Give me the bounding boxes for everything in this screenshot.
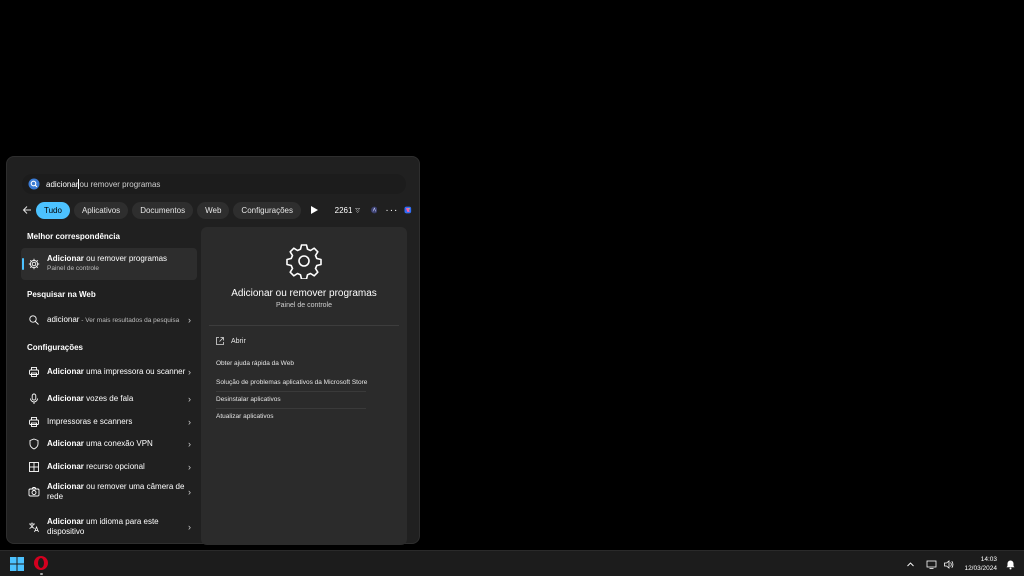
system-tray: 14:03 12/03/2024 (899, 551, 1016, 576)
gear-icon (28, 258, 40, 270)
selection-indicator (22, 258, 24, 270)
arrow-left-icon (22, 206, 31, 214)
chevron-up-icon[interactable] (905, 559, 916, 570)
running-indicator (40, 573, 43, 575)
rewards-points[interactable]: 2261 (335, 206, 353, 215)
settings-item-vpn[interactable]: Adicionar uma conexão VPN › (21, 436, 197, 452)
clock-time: 14:03 (980, 556, 997, 563)
settings-item-language[interactable]: Adicionar um idioma para este dispositiv… (21, 516, 197, 538)
settings-item-optional-feature[interactable]: Adicionar recurso opcional › (21, 459, 197, 475)
section-title-settings: Configurações (27, 343, 84, 352)
filter-chip-web[interactable]: Web (197, 201, 230, 219)
more-filters-button[interactable] (311, 202, 319, 218)
camera-icon (28, 487, 40, 497)
windows-start-icon[interactable] (9, 556, 25, 572)
divider (209, 325, 399, 326)
web-hint: - Ver mais resultados da pesquisa (79, 316, 180, 324)
chevron-right-icon: › (188, 462, 191, 472)
detail-title: Adicionar ou remover programas (231, 288, 377, 299)
search-icon (29, 315, 39, 325)
best-match-sub: Painel de controle (47, 265, 100, 272)
link-update[interactable]: Atualizar aplicativos (216, 413, 273, 420)
start-search-panel: adicionar ou remover programas Tudo Apli… (6, 156, 420, 545)
filter-chip-aplicativos[interactable]: Aplicativos (73, 201, 129, 219)
open-external-icon (216, 337, 224, 345)
network-icon[interactable] (926, 559, 937, 570)
more-options-button[interactable]: ··· (385, 205, 398, 216)
copilot-icon[interactable] (404, 202, 412, 218)
open-action[interactable]: Abrir (215, 336, 246, 346)
settings-item-printers-scanners[interactable]: Impressoras e scanners › (21, 414, 197, 430)
section-title-best-match: Melhor correspondência (27, 232, 120, 241)
play-icon (311, 206, 319, 214)
chevron-right-icon: › (188, 394, 191, 404)
link-store-troubleshoot[interactable]: Solução de problemas aplicativos da Micr… (216, 379, 367, 386)
best-match-rest: ou remover programas (83, 254, 168, 263)
link-uninstall[interactable]: Desinstalar aplicativos (216, 396, 281, 403)
best-match-item[interactable]: Adicionar ou remover programas Painel de… (21, 248, 197, 280)
chevron-right-icon: › (188, 522, 191, 532)
search-input[interactable]: adicionar ou remover programas (22, 174, 406, 194)
printer-icon (29, 417, 39, 427)
shield-icon (29, 438, 39, 450)
printer-icon (29, 367, 39, 377)
settings-item-voices[interactable]: Adicionar vozes de fala › (21, 391, 197, 407)
microphone-icon (30, 393, 38, 404)
chevron-right-icon: › (188, 417, 191, 427)
grid-icon (29, 462, 39, 472)
clock-date: 12/03/2024 (964, 565, 997, 572)
settings-item-network-camera[interactable]: Adicionar ou remover uma câmera de rede … (21, 481, 197, 503)
chevron-right-icon: › (188, 439, 191, 449)
opera-browser-icon[interactable] (33, 555, 49, 571)
chevron-right-icon: › (188, 367, 191, 377)
settings-item-printer[interactable]: Adicionar uma impressora ou scanner › (21, 361, 197, 383)
avatar[interactable] (370, 203, 378, 217)
divider (216, 408, 366, 409)
open-label: Abrir (231, 337, 246, 345)
taskbar: 14:03 12/03/2024 (0, 550, 1024, 576)
web-query: adicionar (47, 314, 80, 324)
filter-chip-tudo[interactable]: Tudo (36, 201, 70, 219)
notification-bell-icon[interactable] (1005, 559, 1016, 570)
section-title-web: Pesquisar na Web (27, 290, 96, 299)
rewards-icon[interactable] (355, 205, 361, 216)
divider (216, 391, 366, 392)
detail-subtitle: Painel de controle (275, 302, 333, 309)
best-match-bold: Adicionar (47, 254, 84, 263)
web-search-item[interactable]: adicionar - Ver mais resultados da pesqu… (21, 309, 197, 331)
search-autocomplete-text: ou remover programas (79, 179, 161, 189)
chevron-right-icon: › (188, 487, 191, 497)
link-web-help[interactable]: Obter ajuda rápida da Web (216, 360, 294, 367)
clock[interactable]: 14:03 12/03/2024 (964, 555, 997, 573)
filter-chip-documentos[interactable]: Documentos (132, 201, 194, 219)
gear-icon (286, 244, 322, 279)
filter-chip-configuracoes[interactable]: Configurações (233, 201, 302, 219)
filter-row: Tudo Aplicativos Documentos Web Configur… (22, 200, 412, 220)
volume-icon[interactable] (943, 559, 954, 570)
back-button[interactable] (22, 201, 32, 219)
language-icon (29, 522, 39, 533)
chevron-right-icon: › (188, 315, 191, 325)
search-icon (28, 178, 40, 190)
detail-pane: Adicionar ou remover programas Painel de… (201, 227, 407, 545)
search-typed-text: adicionar (46, 179, 79, 189)
